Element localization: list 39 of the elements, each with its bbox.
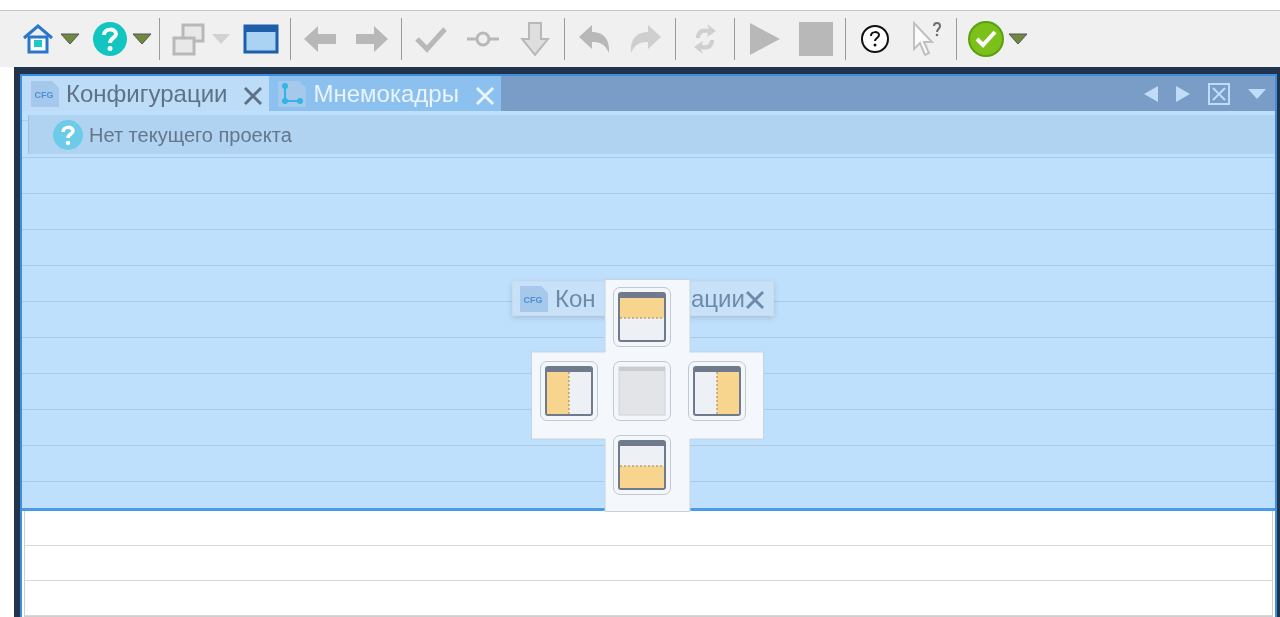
help-icon	[92, 21, 128, 57]
commit-icon	[466, 30, 500, 48]
home-icon	[21, 23, 55, 55]
window-icon	[243, 24, 279, 54]
scroll-left-icon[interactable]	[1143, 84, 1159, 103]
caret-icon	[132, 33, 152, 45]
forward-arrow-icon	[354, 24, 390, 54]
stop-icon	[798, 21, 834, 57]
dock-center-target[interactable]	[613, 361, 671, 421]
tab-label: ации	[691, 283, 745, 314]
menu-caret-icon[interactable]	[1247, 87, 1267, 100]
maximize-icon[interactable]	[1207, 81, 1231, 106]
caret-icon	[211, 33, 231, 45]
dock-top-target[interactable]	[613, 287, 671, 347]
scroll-right-icon[interactable]	[1175, 84, 1191, 103]
refresh-icon	[692, 22, 718, 56]
caret-icon	[60, 33, 80, 45]
tab[interactable]: CFG Конфигурации	[22, 76, 270, 111]
dock-right-target[interactable]	[688, 361, 746, 421]
check-icon	[414, 25, 448, 53]
help-circle-icon	[860, 24, 890, 54]
tab-label: Конфигурации	[66, 78, 228, 109]
file-icon: CFG	[30, 79, 60, 108]
dock-left-target[interactable]	[540, 361, 598, 421]
pointer-help-icon	[911, 21, 943, 57]
down-arrow-icon	[520, 21, 550, 57]
status-message: Нет текущего проекта	[89, 122, 292, 148]
back-arrow-icon	[302, 24, 338, 54]
tab-label: Кон	[555, 283, 596, 314]
caret-icon	[1008, 33, 1028, 45]
file-icon: CFG	[519, 284, 549, 313]
diagram-file-icon	[277, 79, 308, 108]
help-icon	[53, 119, 83, 150]
windows-icon	[171, 21, 207, 57]
redo-icon	[629, 23, 663, 55]
dock-bottom-target[interactable]	[613, 435, 671, 495]
undo-icon	[577, 23, 611, 55]
tab-label: Мнемокадры	[313, 78, 459, 109]
ok-check-icon	[967, 20, 1005, 58]
